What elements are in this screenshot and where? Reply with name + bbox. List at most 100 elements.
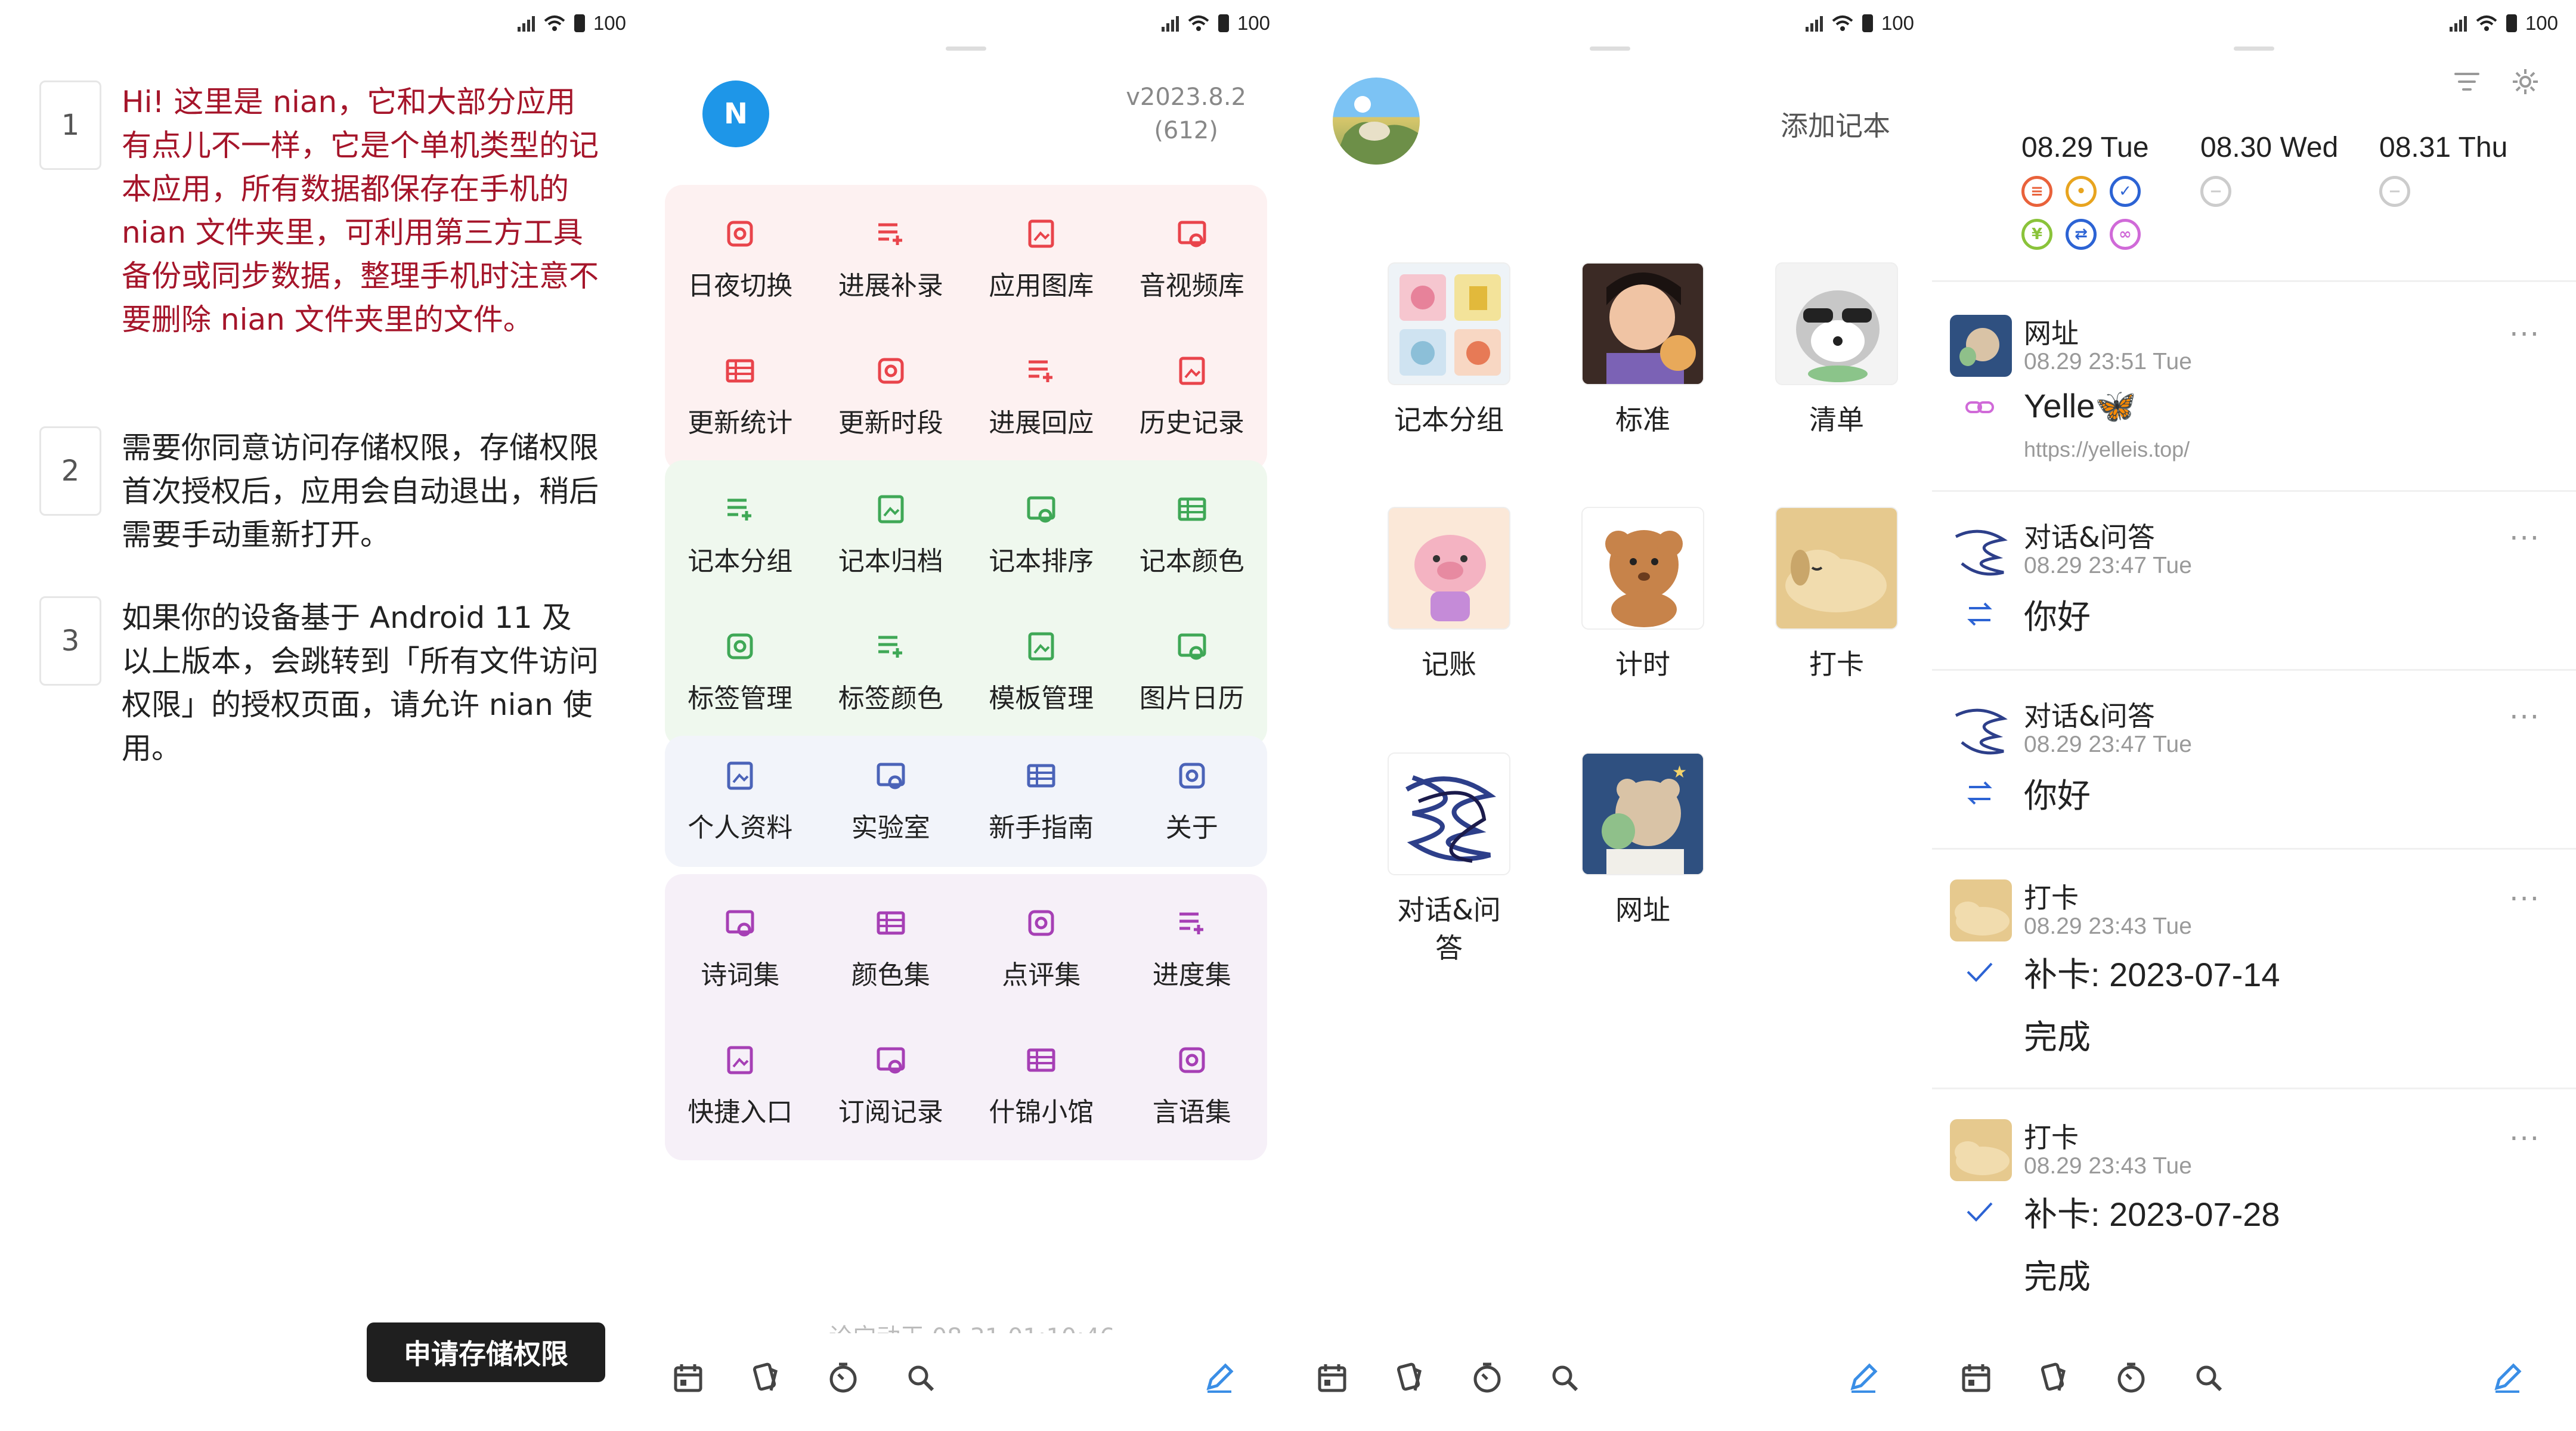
menu-item-label: 记本归档 [838, 546, 943, 577]
signal-icon [1805, 15, 1823, 32]
menu-item-icon [878, 358, 904, 384]
notebook-dialog-qa[interactable]: 对话&问答 [1386, 752, 1512, 967]
more-icon[interactable]: ··· [2509, 701, 2540, 734]
search-icon[interactable] [1547, 1361, 1582, 1395]
menu-item[interactable]: 更新统计 [665, 328, 816, 465]
day-dots: − [2379, 176, 2522, 207]
timeline-entry[interactable]: 对话&问答 08.29 23:47 Tue ··· 你好 [1932, 669, 2576, 848]
menu-item-icon [1028, 219, 1054, 248]
menu-item[interactable]: 音视频库 [1117, 191, 1268, 328]
add-notebook-button[interactable]: 添加记本 [1781, 104, 1890, 144]
menu-item[interactable]: 订阅记录 [816, 1017, 967, 1154]
menu-item[interactable]: 快捷入口 [665, 1017, 816, 1154]
menu-item[interactable]: 什锦小馆 [966, 1017, 1117, 1154]
notebook-url[interactable]: ★ 网址 [1580, 752, 1705, 929]
menu-screen: 100 N v2023.8.2 (612) 日夜切换 进展补录 应用图库 音视频库 更新… [644, 0, 1288, 1431]
timeline-entry[interactable]: 网址 08.29 23:51 Tue ··· Yelle🦋 https://ye… [1932, 280, 2576, 489]
menu-item[interactable]: 日夜切换 [665, 191, 816, 328]
menu-item-icon [1028, 910, 1054, 936]
notebook-name: 网址 [1615, 894, 1670, 926]
timeline-entry[interactable]: 对话&问答 08.29 23:47 Tue ··· 你好 [1932, 490, 2576, 669]
menu-item[interactable]: 记本归档 [816, 466, 967, 603]
cards-icon[interactable] [2036, 1361, 2071, 1395]
search-icon[interactable] [903, 1361, 938, 1395]
menu-item[interactable]: 新手指南 [966, 742, 1117, 861]
menu-item[interactable]: 记本分组 [665, 466, 816, 603]
search-icon[interactable] [2191, 1361, 2226, 1395]
menu-item-icon [1027, 764, 1055, 788]
step-text: Hi! 这里是 nian，它和大部分应用有点儿不一样，它是个单机类型的记本应用，… [122, 85, 599, 337]
menu-group-general: 日夜切换 进展补录 应用图库 音视频库更新统计 更新时段 进展回应 历史记录 [665, 185, 1267, 471]
notebook-timer[interactable]: 计时 [1580, 507, 1705, 683]
timer-icon[interactable] [1470, 1361, 1504, 1395]
menu-item[interactable]: 图片日历 [1117, 603, 1268, 741]
pencil-icon[interactable] [2490, 1361, 2524, 1395]
signal-icon [517, 15, 535, 32]
timeline-entry[interactable]: 打卡 08.29 23:43 Tue ··· 补卡: 2023-07-14 完成 [1932, 848, 2576, 1086]
drag-handle[interactable] [1590, 47, 1630, 51]
menu-item[interactable]: 标签管理 [665, 603, 816, 741]
menu-item[interactable]: 言语集 [1117, 1017, 1268, 1154]
calendar-icon[interactable] [1315, 1361, 1349, 1395]
avatar[interactable] [1333, 78, 1420, 165]
menu-item[interactable]: 记本排序 [966, 466, 1117, 603]
menu-item[interactable]: 实验室 [816, 742, 967, 861]
day-0831[interactable]: 08.31 Thu − [2379, 131, 2522, 250]
notebook-accounting[interactable]: 记账 [1386, 507, 1512, 683]
entry-url[interactable]: https://yelleis.top/ [2024, 437, 2190, 462]
drag-handle[interactable] [2234, 47, 2274, 51]
menu-item[interactable]: 标签颜色 [816, 603, 967, 741]
more-icon[interactable]: ··· [2509, 882, 2540, 916]
timeline-entry[interactable]: 打卡 08.29 23:43 Tue ··· 补卡: 2023-07-28 完成 [1932, 1088, 2576, 1326]
timer-dot-icon: • [2066, 176, 2097, 207]
cards-icon[interactable] [1392, 1361, 1427, 1395]
menu-item[interactable]: 个人资料 [665, 742, 816, 861]
notebook-standard[interactable]: 标准 [1580, 262, 1705, 439]
day-0830[interactable]: 08.30 Wed − [2200, 131, 2343, 250]
more-icon[interactable]: ··· [2509, 522, 2540, 555]
menu-item[interactable]: 应用图库 [966, 191, 1117, 328]
menu-item-icon [726, 359, 754, 383]
battery-icon [1218, 14, 1229, 32]
menu-item-icon [878, 495, 904, 524]
pencil-icon[interactable] [1846, 1361, 1880, 1395]
menu-item[interactable]: 诗词集 [665, 880, 816, 1017]
swap-icon [1967, 602, 1992, 626]
cards-icon[interactable] [748, 1361, 783, 1395]
more-icon[interactable]: ··· [2509, 1122, 2540, 1156]
gear-icon[interactable] [2510, 67, 2540, 97]
menu-item[interactable]: 颜色集 [816, 880, 967, 1017]
more-icon[interactable]: ··· [2509, 318, 2540, 351]
menu-item-icon [878, 636, 902, 658]
menu-item[interactable]: 进展补录 [816, 191, 967, 328]
calendar-icon[interactable] [1959, 1361, 1993, 1395]
notebook-group[interactable]: 记本分组 [1386, 262, 1512, 439]
notebook-cover [1388, 752, 1510, 875]
timer-icon[interactable] [2114, 1361, 2148, 1395]
menu-item-icon [726, 910, 754, 937]
menu-item[interactable]: 关于 [1117, 742, 1268, 861]
timer-icon[interactable] [826, 1361, 860, 1395]
filter-icon[interactable] [2452, 67, 2482, 97]
pencil-icon[interactable] [1202, 1361, 1236, 1395]
menu-item[interactable]: 模板管理 [966, 603, 1117, 741]
notebook-checkin[interactable]: 打卡 [1774, 507, 1899, 683]
drag-handle[interactable] [946, 47, 986, 51]
menu-item[interactable]: 点评集 [966, 880, 1117, 1017]
menu-item-label: 快捷入口 [688, 1097, 793, 1128]
day-0829[interactable]: 08.29 Tue ≡ • ✓ ¥ ⇄ ∞ [2021, 131, 2165, 250]
notebook-cover: ★ [1581, 752, 1704, 875]
notebook-list[interactable]: 清单 [1774, 262, 1899, 439]
request-permission-button[interactable]: 申请存储权限 [367, 1322, 605, 1382]
menu-item[interactable]: 历史记录 [1117, 328, 1268, 465]
entry-content: 补卡: 2023-07-28 [2024, 1195, 2280, 1233]
avatar[interactable]: N [702, 80, 769, 147]
calendar-icon[interactable] [671, 1361, 705, 1395]
step-text: 需要你同意访问存储权限，存储权限首次授权后，应用会自动退出，稍后需要手动重新打开… [122, 430, 599, 552]
entry-notebook-name: 对话&问答 [2024, 700, 2155, 732]
check-icon: ✓ [2110, 176, 2141, 207]
menu-item[interactable]: 进展回应 [966, 328, 1117, 465]
menu-item[interactable]: 更新时段 [816, 328, 967, 465]
menu-item[interactable]: 记本颜色 [1117, 466, 1268, 603]
menu-item[interactable]: 进度集 [1117, 880, 1268, 1017]
